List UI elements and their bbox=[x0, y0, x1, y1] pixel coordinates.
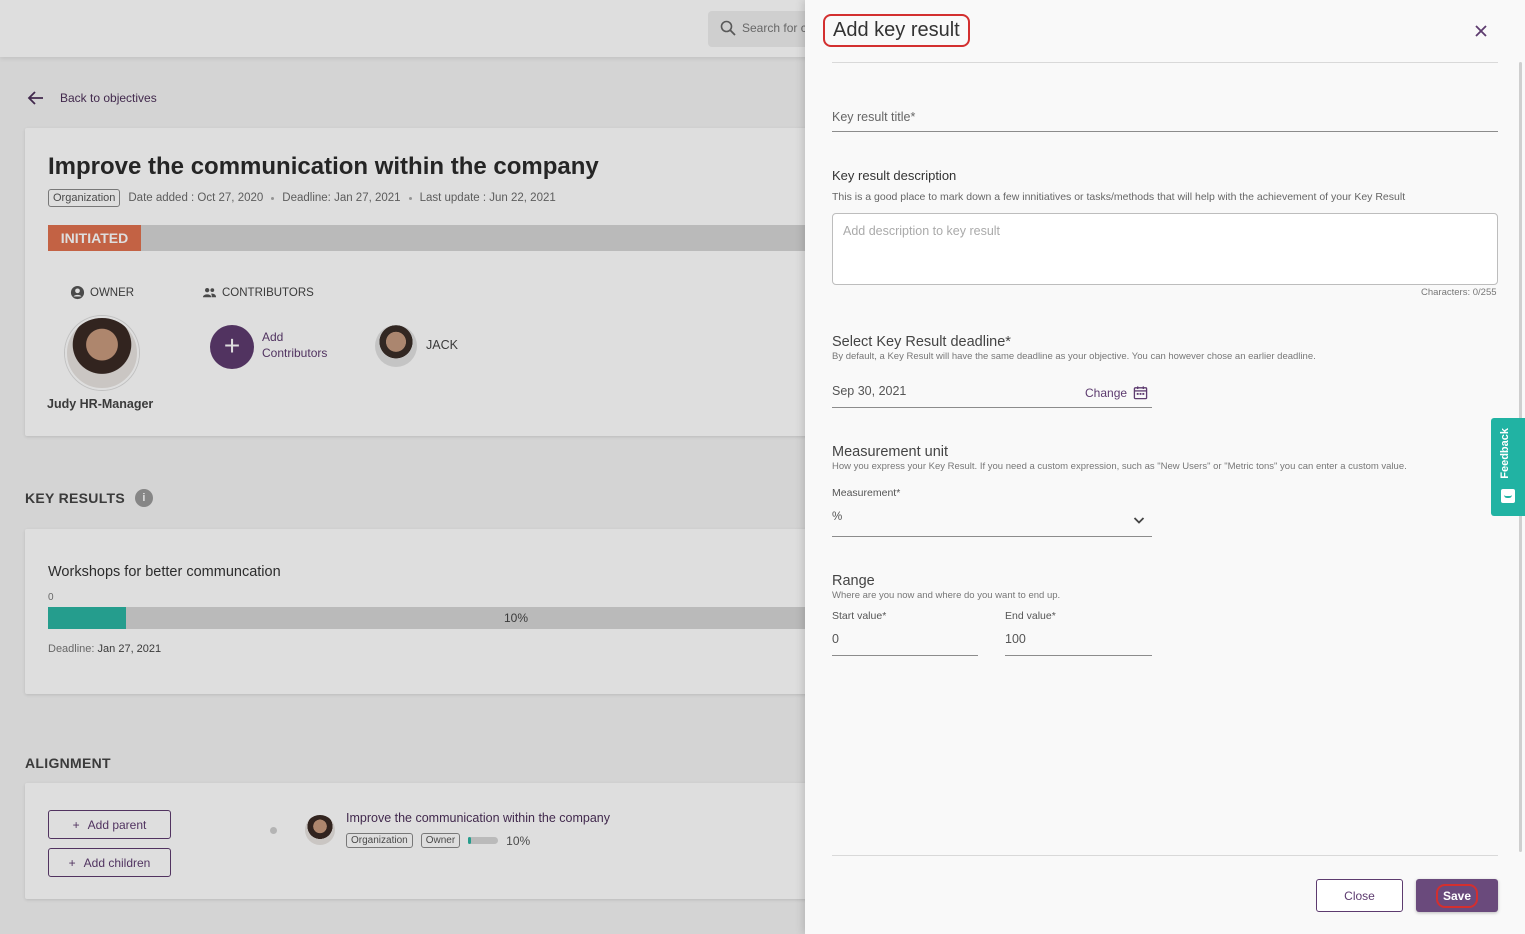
start-value-input[interactable]: 0 bbox=[832, 628, 978, 656]
measurement-unit-label: Measurement unit bbox=[832, 444, 949, 460]
change-deadline-label: Change bbox=[1085, 385, 1128, 400]
header-divider bbox=[832, 62, 1498, 63]
end-value: 100 bbox=[1005, 632, 1026, 646]
close-icon[interactable] bbox=[1471, 21, 1491, 41]
deadline-hint: By default, a Key Result will have the s… bbox=[832, 351, 1316, 362]
measurement-value: % bbox=[832, 511, 843, 523]
footer-divider bbox=[832, 855, 1498, 856]
calendar-icon bbox=[1133, 386, 1148, 400]
smiley-icon bbox=[1501, 489, 1515, 503]
feedback-tab[interactable]: Feedback bbox=[1491, 418, 1525, 516]
deadline-value: Sep 30, 2021 bbox=[832, 384, 907, 398]
description-placeholder: Add description to key result bbox=[843, 224, 1001, 238]
drawer-title: Add key result bbox=[833, 19, 960, 41]
add-key-result-drawer: Add key result Key result title* Key res… bbox=[805, 0, 1525, 934]
chevron-down-icon[interactable] bbox=[1132, 513, 1146, 527]
range-label: Range bbox=[832, 573, 875, 589]
measurement-unit-hint: How you express your Key Result. If you … bbox=[832, 461, 1407, 472]
close-button[interactable]: Close bbox=[1316, 879, 1403, 912]
key-result-title-placeholder: Key result title* bbox=[832, 110, 916, 124]
start-value-label: Start value* bbox=[832, 610, 887, 622]
description-hint: This is a good place to mark down a few … bbox=[832, 191, 1406, 203]
deadline-label: Select Key Result deadline* bbox=[832, 334, 1011, 350]
feedback-label: Feedback bbox=[1499, 428, 1511, 479]
range-hint: Where are you now and where do you want … bbox=[832, 590, 1061, 601]
measurement-field-label: Measurement* bbox=[832, 487, 901, 499]
description-label: Key result description bbox=[832, 168, 957, 183]
change-deadline-button[interactable]: Change bbox=[1085, 385, 1148, 400]
description-textarea[interactable]: Add description to key result bbox=[832, 213, 1498, 285]
save-button[interactable]: Save bbox=[1416, 879, 1498, 912]
character-count: Characters: 0/255 bbox=[1421, 287, 1497, 298]
drawer-title-highlight: Add key result bbox=[823, 14, 970, 47]
key-result-title-field[interactable]: Key result title* bbox=[832, 106, 1498, 132]
end-value-label: End value* bbox=[1005, 610, 1056, 622]
save-button-label: Save bbox=[1435, 883, 1479, 908]
end-value-input[interactable]: 100 bbox=[1005, 628, 1152, 656]
measurement-select[interactable]: % bbox=[832, 506, 1152, 537]
start-value: 0 bbox=[832, 632, 839, 646]
modal-overlay[interactable] bbox=[0, 0, 805, 934]
